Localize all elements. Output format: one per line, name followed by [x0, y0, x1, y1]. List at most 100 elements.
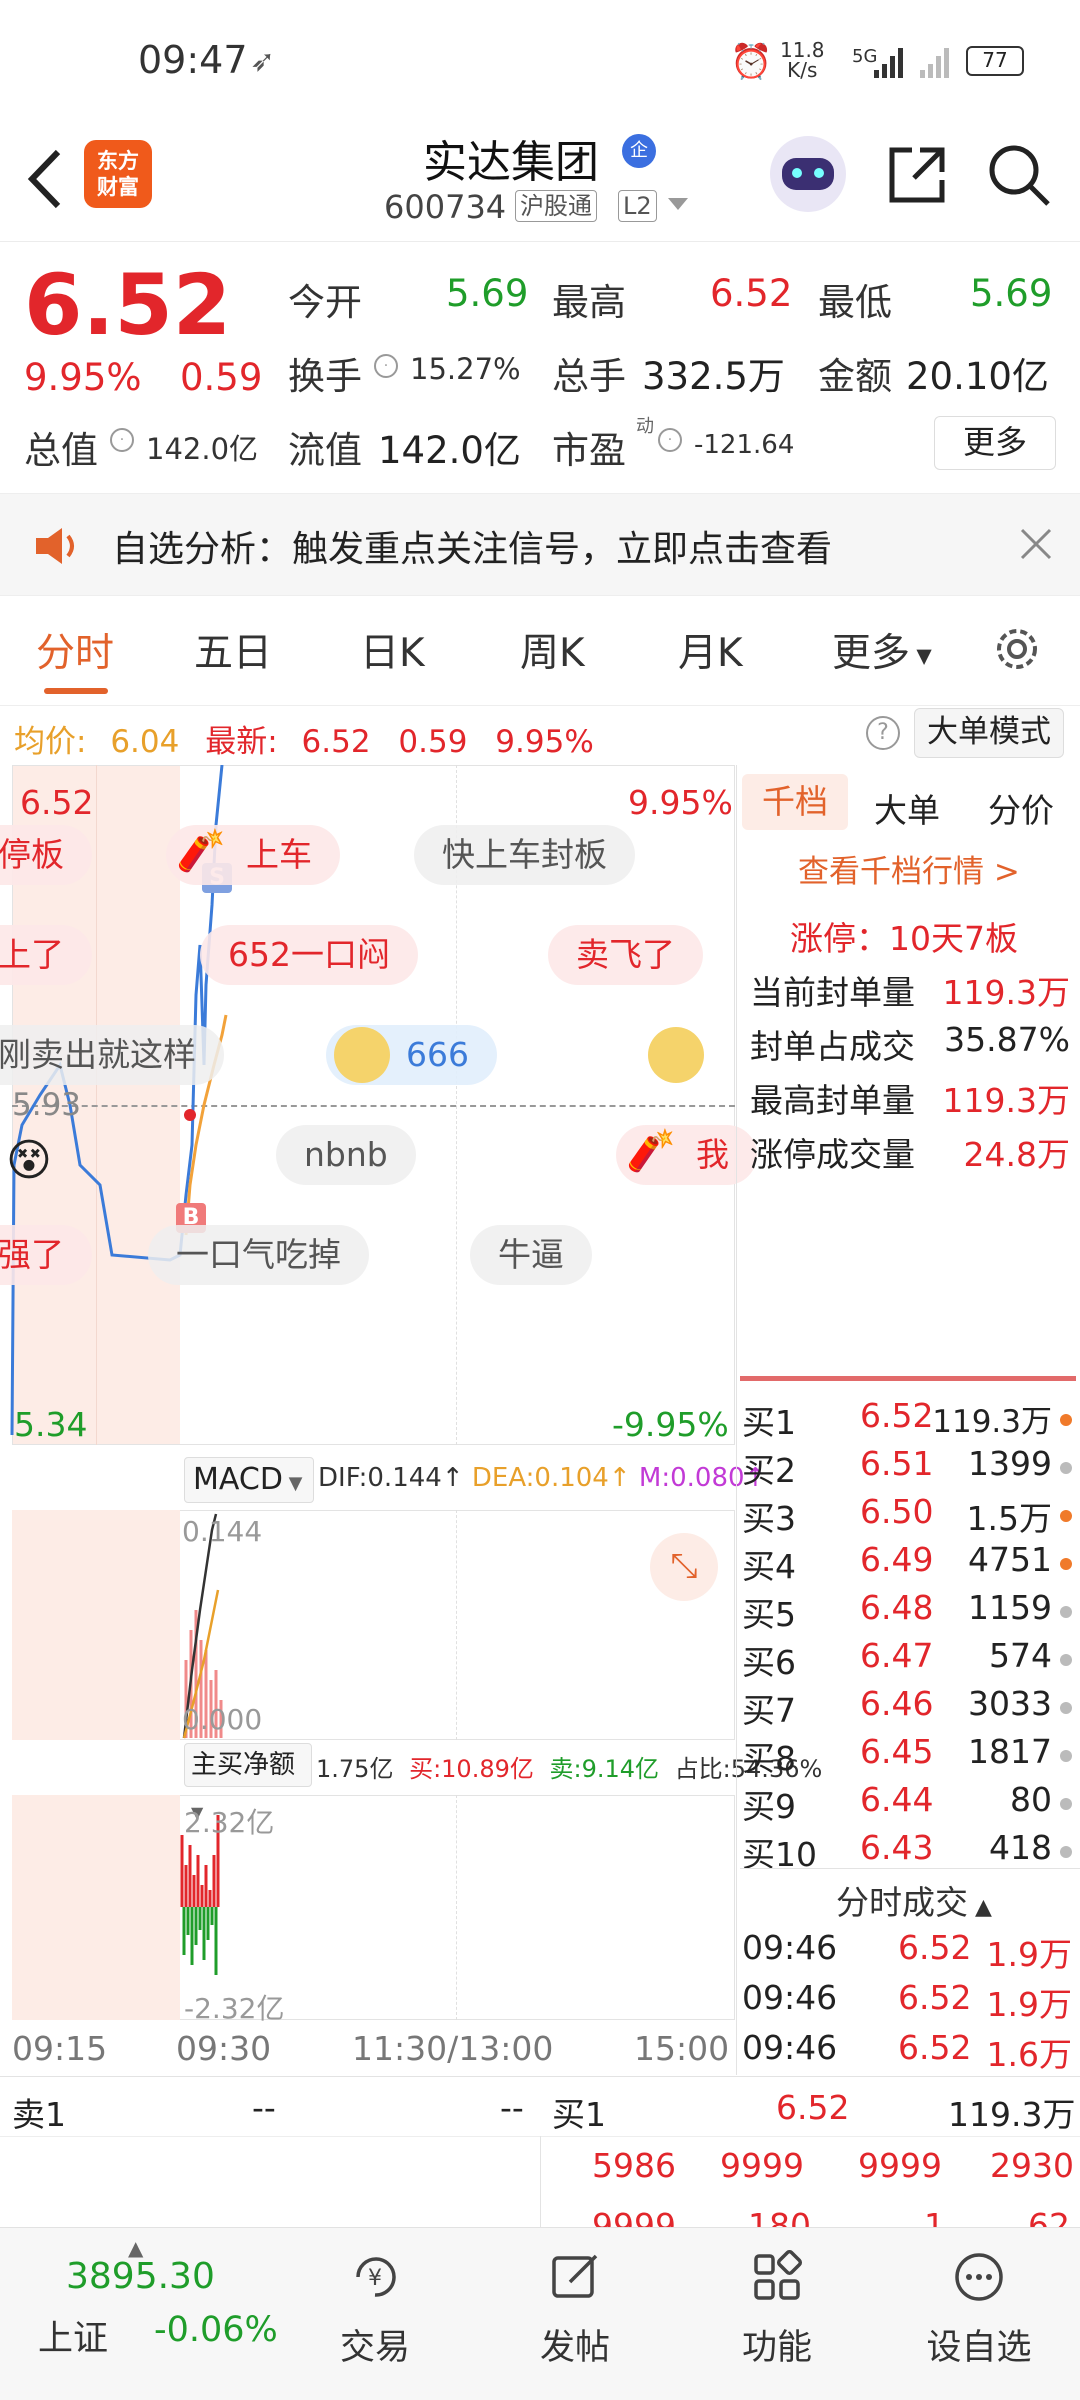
- status-bar: 09:47 ➶ ⏰ 11.8 K/s 5G 77: [0, 0, 1080, 120]
- tab-five-day[interactable]: 五日: [194, 622, 272, 678]
- info-icon[interactable]: ·: [110, 428, 134, 452]
- tab-weekly-k[interactable]: 周K: [520, 622, 585, 678]
- nav-post[interactable]: 发帖: [520, 2250, 630, 2370]
- sticker-icon: 😵: [6, 1135, 52, 1186]
- thousand-level-link[interactable]: 查看千档行情 >: [798, 846, 1020, 891]
- share-icon[interactable]: [886, 144, 948, 206]
- bid-row[interactable]: 买4 6.49 4751: [742, 1540, 1072, 1588]
- seal-stats: 当前封单量 119.3万 封单占成交 35.87% 最高封单量 119.3万 涨停成交…: [750, 966, 1070, 1182]
- time-label: 15:00: [634, 2029, 730, 2068]
- index-name[interactable]: 上证: [38, 2310, 108, 2361]
- comment-bubble[interactable]: 652一口闷: [200, 925, 418, 985]
- timeshare-chart-area: 6.52 9.95% 5.93 5.34 -9.95% B S 停板 上车 🧨 …: [0, 765, 822, 2075]
- comment-bubble[interactable]: nbnb: [276, 1125, 416, 1185]
- index-value[interactable]: 3895.30: [66, 2256, 215, 2297]
- bid-divider: [740, 1376, 1076, 1381]
- comment-bubble[interactable]: 停板: [0, 825, 92, 885]
- comment-bubble[interactable]: 刚卖出就这样: [0, 1025, 224, 1085]
- tab-daily-k[interactable]: 日K: [360, 622, 425, 678]
- bid-row[interactable]: 买3 6.50 1.5万: [742, 1492, 1072, 1540]
- analysis-banner[interactable]: 自选分析：触发重点关注信号，立即点击查看: [0, 493, 1080, 596]
- grid-apps-icon: [754, 2249, 803, 2300]
- nav-add-watchlist[interactable]: 设自选: [916, 2250, 1042, 2370]
- post-edit-icon: [552, 2254, 598, 2298]
- battery-icon: 77: [966, 46, 1024, 76]
- search-icon[interactable]: [986, 142, 1052, 208]
- user-avatar-icon: [648, 1027, 704, 1083]
- comment-bubble[interactable]: 快上车封板: [414, 825, 635, 885]
- divider: [0, 705, 1080, 706]
- net-buy-selector[interactable]: 主买净额 ▼: [184, 1743, 312, 1822]
- firecracker-icon: 🧨: [176, 828, 226, 874]
- index-percent[interactable]: -0.06%: [154, 2310, 278, 2350]
- expand-icon[interactable]: ⤡: [650, 1533, 718, 1601]
- tab-big-order[interactable]: 大单: [874, 784, 940, 832]
- bottom-nav: ▲ 3895.30 上证 -0.06% ¥ 交易 发帖 功能 设自选: [0, 2227, 1080, 2400]
- stat-row: 最高封单量 119.3万: [750, 1081, 1070, 1120]
- stock-name: 实达集团: [423, 137, 599, 188]
- price-info-line: 均价: 6.04 最新: 6.52 0.59 9.95%: [14, 724, 594, 760]
- more-button[interactable]: 更多: [934, 416, 1056, 470]
- net-speed: 11.8 K/s: [780, 38, 825, 82]
- tab-thousand-level[interactable]: 千档: [742, 774, 848, 830]
- macd-selector[interactable]: MACD ▼: [184, 1457, 314, 1503]
- tab-more[interactable]: 更多 ▼: [832, 622, 932, 678]
- dot-icon: [1060, 1846, 1072, 1858]
- settings-gear-icon[interactable]: [990, 622, 1044, 676]
- low-label: 最低: [818, 281, 892, 324]
- big-order-mode-button[interactable]: 大单模式: [914, 708, 1064, 758]
- comment-bubble[interactable]: 强了: [0, 1225, 92, 1285]
- info-icon[interactable]: ·: [374, 354, 398, 378]
- nav-functions[interactable]: 功能: [722, 2249, 832, 2370]
- amount-label: 金额: [818, 355, 892, 398]
- bid-row[interactable]: 买7 6.46 3033: [742, 1684, 1072, 1732]
- alarm-icon: ⏰: [730, 42, 773, 82]
- tab-price-distribution[interactable]: 分价: [988, 784, 1054, 832]
- send-icon: ➶: [250, 44, 276, 79]
- back-arrow-icon[interactable]: [24, 146, 64, 212]
- open-label: 今开: [288, 281, 362, 324]
- stat-row: 封单占成交 35.87%: [750, 1020, 1070, 1066]
- panel-divider: [736, 765, 737, 2075]
- bid-row[interactable]: 买1 6.52 119.3万: [742, 1396, 1072, 1444]
- turnover-label: 换手: [288, 355, 362, 398]
- trade-list: 09:46 6.52 1.9万 09:46 6.52 1.9万 09:46 6.52 1.6…: [742, 1928, 1072, 2078]
- dot-icon: [1060, 1606, 1072, 1618]
- macd-top: 0.144: [182, 1515, 263, 1548]
- comment-bubble[interactable]: 卖飞了: [548, 925, 703, 985]
- change-amount: 0.59: [180, 356, 263, 399]
- divider: [540, 2136, 541, 2228]
- turnover-value: 15.27%: [410, 352, 521, 386]
- bid-row[interactable]: 买6 6.47 574: [742, 1636, 1072, 1684]
- bid-row[interactable]: 买2 6.51 1399: [742, 1444, 1072, 1492]
- amount-value: 20.10亿: [906, 355, 1049, 398]
- tab-timeshare[interactable]: 分时: [36, 622, 114, 678]
- trade-yen-icon: ¥: [356, 2257, 396, 2297]
- close-icon[interactable]: [1018, 526, 1054, 562]
- trade-row: 09:46 6.52 1.9万: [742, 1928, 1072, 1974]
- enterprise-badge: 企: [622, 134, 656, 168]
- tab-monthly-k[interactable]: 月K: [678, 622, 743, 678]
- bid-row[interactable]: 买5 6.48 1159: [742, 1588, 1072, 1636]
- net-buy-top: 2.32亿: [184, 1806, 275, 1839]
- volume-label: 总手: [552, 355, 626, 398]
- svg-text:¥: ¥: [368, 2266, 382, 2291]
- bid-row[interactable]: 买8 6.45 1817: [742, 1732, 1072, 1780]
- stat-row: 涨停成交量 24.8万: [750, 1135, 1070, 1174]
- comment-bubble[interactable]: 上了: [0, 925, 92, 985]
- info-icon[interactable]: ·: [658, 428, 682, 452]
- divider: [740, 1868, 1080, 1869]
- bid-row[interactable]: 买9 6.44 80: [742, 1780, 1072, 1828]
- net-sell-bars: [182, 1907, 218, 1975]
- nav-trade[interactable]: ¥ 交易: [320, 2250, 430, 2370]
- dropdown-arrow-icon[interactable]: [668, 198, 688, 210]
- dot-icon: [1060, 1558, 1072, 1570]
- high-label: 最高: [552, 281, 626, 324]
- trades-title[interactable]: 分时成交 ▲: [836, 1876, 992, 1924]
- robot-assistant-icon[interactable]: [770, 136, 846, 212]
- comment-bubble[interactable]: 一口气吃掉: [148, 1225, 369, 1285]
- buy1-volume: 119.3万: [948, 2095, 1076, 2134]
- pe-label: 市盈: [552, 429, 626, 472]
- help-icon[interactable]: ?: [866, 716, 900, 750]
- comment-bubble[interactable]: 牛逼: [470, 1225, 592, 1285]
